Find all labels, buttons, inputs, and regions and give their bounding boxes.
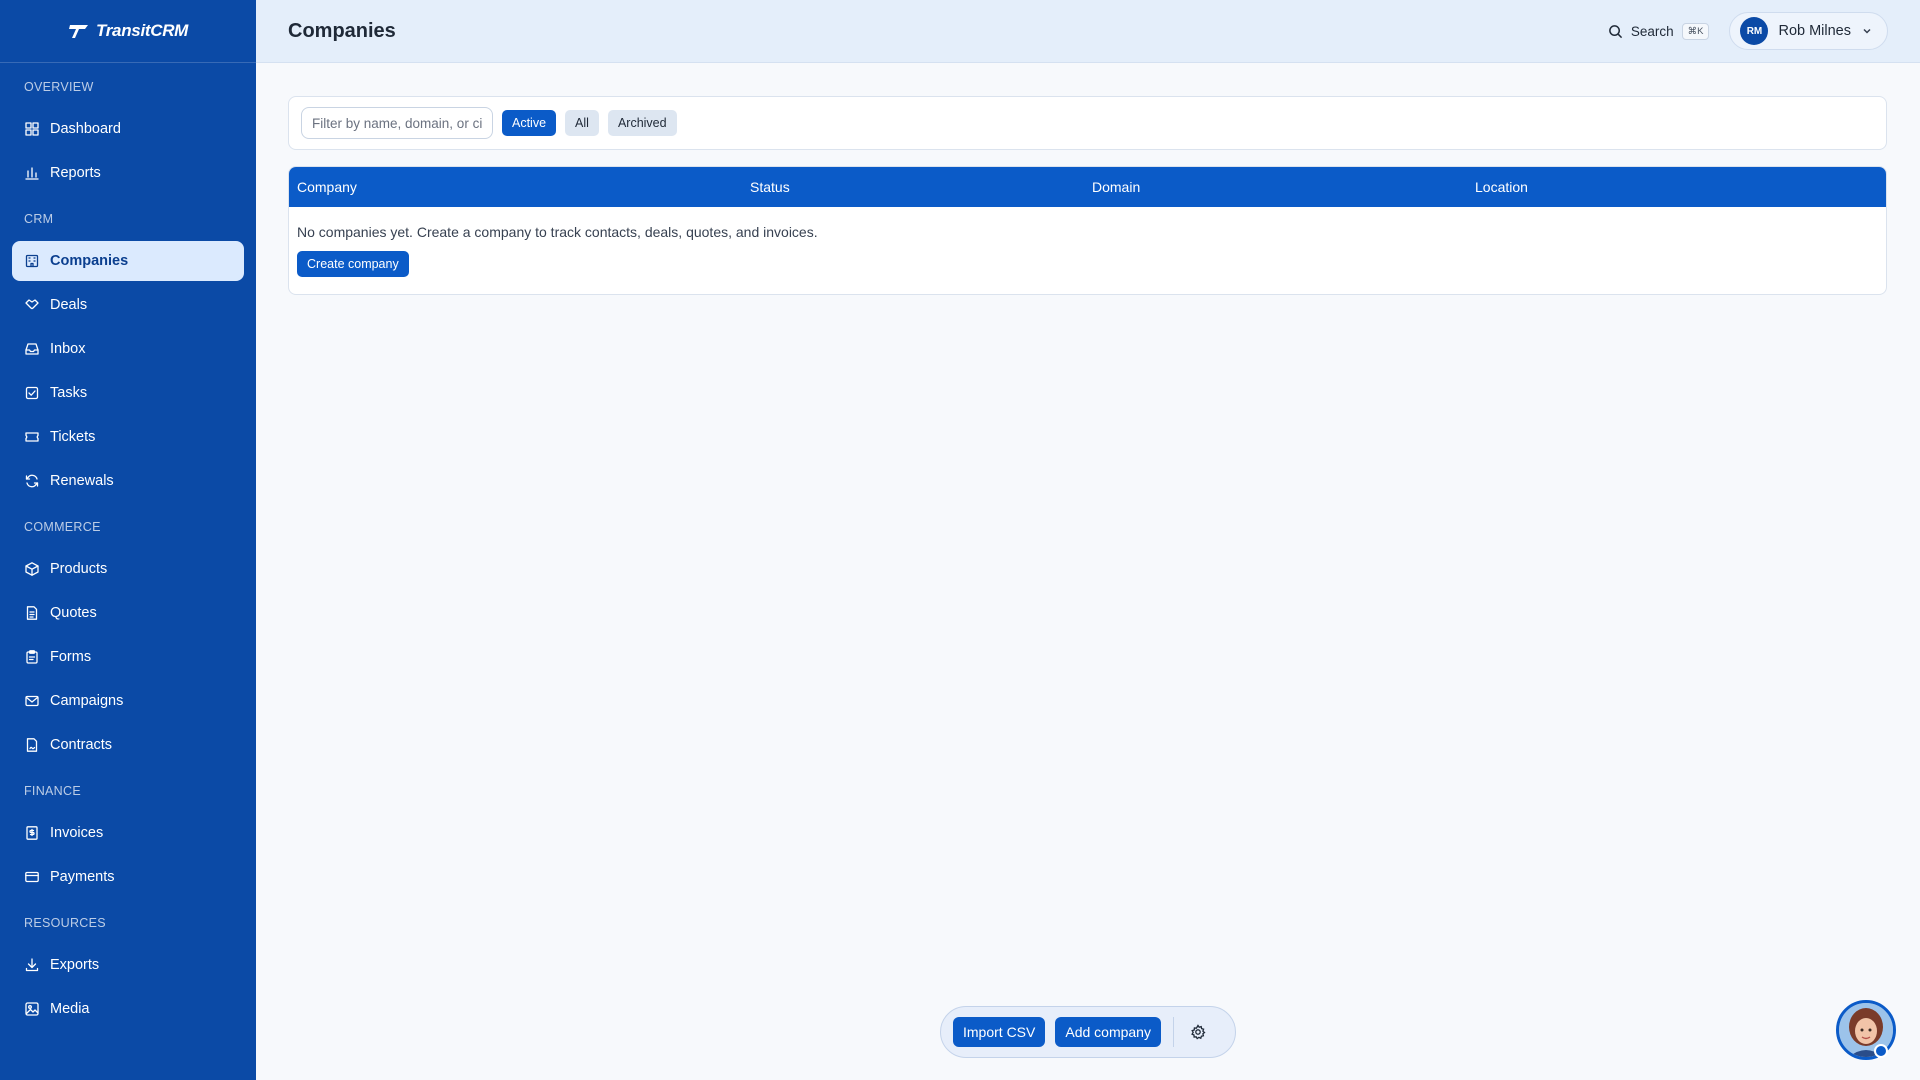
add-company-button[interactable]: Add company <box>1055 1017 1161 1047</box>
sidebar-item-label: Payments <box>50 869 115 885</box>
inbox-icon <box>24 341 40 357</box>
brand-name: TransitCRM <box>95 21 189 40</box>
nav-section-overview: OVERVIEW Dashboard Reports <box>0 77 256 193</box>
avatar: RM <box>1740 17 1769 45</box>
handshake-icon <box>24 297 40 313</box>
column-header-status[interactable]: Status <box>750 179 790 195</box>
sidebar-item-campaigns[interactable]: Campaigns <box>12 681 244 721</box>
nav-section-label: COMMERCE <box>24 520 101 534</box>
user-menu[interactable]: RM Rob Milnes <box>1729 12 1888 50</box>
filter-pill-active[interactable]: Active <box>502 110 557 136</box>
filter-pill-all[interactable]: All <box>565 110 599 136</box>
nav-section-label: CRM <box>24 212 54 226</box>
dashboard-icon <box>24 121 40 137</box>
sidebar-item-label: Dashboard <box>50 121 121 137</box>
sidebar-item-exports[interactable]: Exports <box>12 945 244 985</box>
nav-section-crm: CRM Companies Deals Inbox Tasks Tickets Renewa… <box>0 209 256 501</box>
column-header-location[interactable]: Location <box>1475 179 1528 195</box>
sidebar-item-tasks[interactable]: Tasks <box>12 373 244 413</box>
import-csv-button[interactable]: Import CSV <box>953 1017 1046 1047</box>
column-header-company[interactable]: Company <box>297 179 357 195</box>
document-icon <box>24 605 40 621</box>
bar-chart-icon <box>24 165 40 181</box>
nav-section-label: FINANCE <box>24 784 81 798</box>
contract-icon <box>24 737 40 753</box>
sidebar-item-label: Deals <box>50 297 88 313</box>
sidebar-item-label: Exports <box>50 957 100 973</box>
search-label: Search <box>1630 23 1674 39</box>
credit-card-icon <box>24 869 40 885</box>
user-name: Rob Milnes <box>1778 23 1851 39</box>
logo-icon <box>68 25 88 38</box>
sidebar-item-reports[interactable]: Reports <box>12 153 244 193</box>
sidebar-item-label: Inbox <box>50 341 86 357</box>
settings-button[interactable] <box>1184 1018 1212 1046</box>
empty-state-message: No companies yet. Create a company to tr… <box>297 224 818 240</box>
assistant-status-dot <box>1874 1044 1888 1058</box>
ticket-icon <box>24 429 40 445</box>
page-title: Companies <box>288 19 396 42</box>
sidebar-item-tickets[interactable]: Tickets <box>12 417 244 457</box>
nav-section-finance: FINANCE Invoices Payments <box>0 781 256 897</box>
building-icon <box>24 253 40 269</box>
nav-section-resources: RESOURCES Exports Media <box>0 913 256 1029</box>
sidebar-item-label: Renewals <box>50 473 114 489</box>
filter-bar: Active All Archived <box>288 96 1887 150</box>
sidebar-item-label: Media <box>50 1001 90 1017</box>
column-header-domain[interactable]: Domain <box>1092 179 1140 195</box>
sidebar: TransitCRM OVERVIEW Dashboard Reports CRM Co… <box>0 0 256 1080</box>
nav-section-commerce: COMMERCE Products Quotes Forms Campaigns Cont… <box>0 517 256 765</box>
sidebar-item-payments[interactable]: Payments <box>12 857 244 897</box>
sidebar-item-label: Products <box>50 561 108 577</box>
nav-section-label: RESOURCES <box>24 916 106 930</box>
chevron-down-icon <box>1863 28 1871 34</box>
sidebar-item-label: Tickets <box>50 429 96 445</box>
sidebar-item-quotes[interactable]: Quotes <box>12 593 244 633</box>
sidebar-item-dashboard[interactable]: Dashboard <box>12 109 244 149</box>
sidebar-item-companies[interactable]: Companies <box>12 241 244 281</box>
brand-logo[interactable]: TransitCRM <box>0 0 256 63</box>
sidebar-item-renewals[interactable]: Renewals <box>12 461 244 501</box>
filter-input[interactable] <box>301 107 493 139</box>
download-icon <box>24 957 40 973</box>
sidebar-item-inbox[interactable]: Inbox <box>12 329 244 369</box>
invoice-icon <box>24 825 40 841</box>
image-icon <box>24 1001 40 1017</box>
checkbox-icon <box>24 385 40 401</box>
companies-table: Company Status Domain Location No compan… <box>288 166 1887 295</box>
sidebar-item-label: Quotes <box>50 605 97 621</box>
sidebar-item-invoices[interactable]: Invoices <box>12 813 244 853</box>
sidebar-item-label: Invoices <box>50 825 104 841</box>
sidebar-item-label: Companies <box>50 253 129 269</box>
sidebar-item-label: Campaigns <box>50 693 124 709</box>
create-company-button[interactable]: Create company <box>297 251 409 277</box>
sidebar-item-forms[interactable]: Forms <box>12 637 244 677</box>
nav-section-label: OVERVIEW <box>24 80 94 94</box>
sidebar-item-products[interactable]: Products <box>12 549 244 589</box>
main-content: Active All Archived Company Status Domai… <box>288 96 1887 295</box>
sidebar-item-media[interactable]: Media <box>12 989 244 1029</box>
search-button[interactable]: Search ⌘K <box>1608 22 1710 40</box>
sidebar-item-label: Tasks <box>50 385 88 401</box>
sidebar-item-label: Forms <box>50 649 92 665</box>
refresh-icon <box>24 473 40 489</box>
package-icon <box>24 561 40 577</box>
sidebar-item-deals[interactable]: Deals <box>12 285 244 325</box>
table-header: Company Status Domain Location <box>289 167 1886 207</box>
mail-icon <box>24 693 40 709</box>
filter-pill-archived[interactable]: Archived <box>607 110 677 136</box>
sidebar-nav: OVERVIEW Dashboard Reports CRM Companies Deal… <box>0 63 256 1029</box>
search-shortcut-badge: ⌘K <box>1681 22 1710 40</box>
clipboard-icon <box>24 649 40 665</box>
search-icon <box>1608 24 1622 38</box>
top-bar: Companies Search ⌘K RM Rob Milnes <box>256 0 1920 63</box>
divider <box>1172 1017 1174 1047</box>
floating-action-bar: Import CSV Add company <box>940 1006 1236 1058</box>
gear-icon <box>1191 1024 1206 1040</box>
sidebar-item-contracts[interactable]: Contracts <box>12 725 244 765</box>
sidebar-item-label: Contracts <box>50 737 113 753</box>
sidebar-item-label: Reports <box>50 165 101 181</box>
